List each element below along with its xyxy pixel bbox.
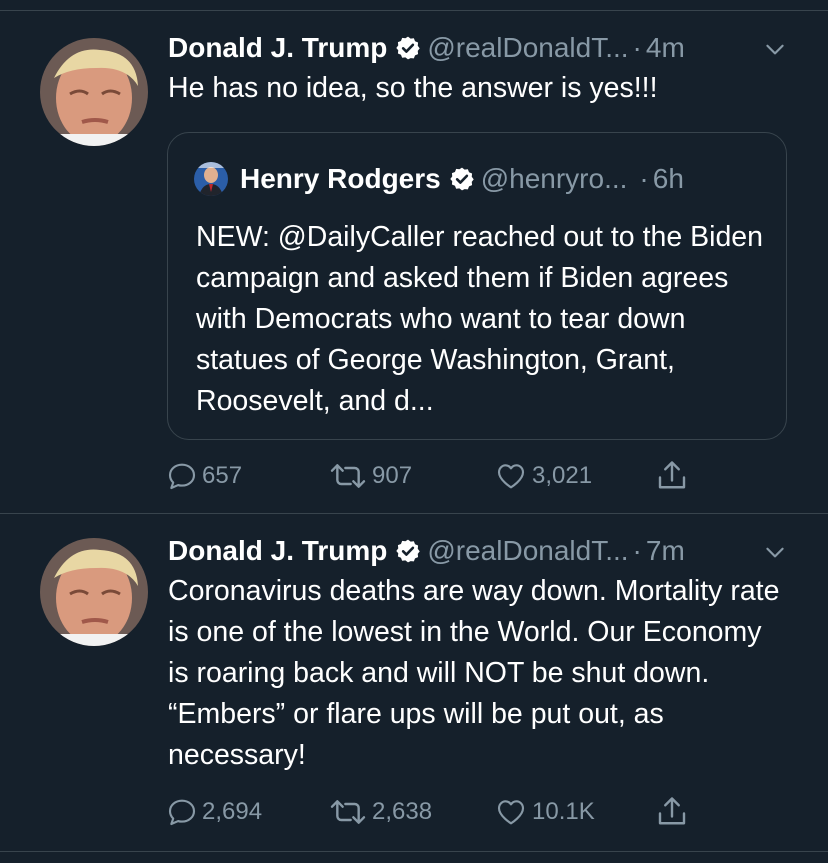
like-count: 10.1K [532,798,595,825]
retweet-icon [330,800,366,824]
chevron-down-icon[interactable] [762,36,788,62]
quote-author-name: Henry Rodgers [240,163,441,194]
quote-timestamp: 6h [652,163,684,194]
retweet-count: 907 [372,462,413,489]
retweet-button[interactable]: 907 [328,456,412,496]
timestamp[interactable]: 4m [646,32,685,64]
author-handle[interactable]: @realDonaldT... [427,32,628,64]
author-handle[interactable]: @realDonaldT... [427,535,628,567]
tweet-header: Donald J. Trump @realDonaldT... · 7m [168,533,788,569]
chevron-down-icon[interactable] [762,539,788,565]
quote-text: NEW: @DailyCaller reached out to the Bid… [196,221,764,417]
quoted-tweet[interactable]: Henry Rodgers @henryro... · 6h NEW: @Dai… [167,132,787,440]
tweet-actions: 2,694 2,638 10.1K [166,792,726,832]
reply-icon [168,799,196,826]
like-icon [497,800,525,825]
avatar[interactable] [40,38,148,146]
verified-badge-icon [396,539,421,563]
share-icon [658,461,686,489]
separator: · [632,535,642,566]
verified-badge-icon [450,167,474,191]
quote-header: Henry Rodgers @henryro... · 6h [194,161,684,197]
tweet-actions: 657 907 3,021 [166,456,726,496]
like-button[interactable]: 3,021 [494,456,592,496]
reply-count: 2,694 [202,798,263,825]
tweet-content: Donald J. Trump @realDonaldT... · 4m He … [168,30,788,109]
tweet-text: He has no idea, so the answer is yes!!! [168,72,658,104]
separator: · [632,32,642,63]
tweet[interactable]: Donald J. Trump @realDonaldT... · 4m He … [0,0,828,512]
reply-button[interactable]: 2,694 [166,792,262,832]
like-count: 3,021 [532,462,593,489]
reply-icon [168,463,196,490]
timeline: Donald J. Trump @realDonaldT... · 4m He … [0,0,828,863]
tweet-header: Donald J. Trump @realDonaldT... · 4m [168,30,788,66]
like-icon [497,464,525,489]
retweet-button[interactable]: 2,638 [328,792,432,832]
reply-button[interactable]: 657 [166,456,242,496]
avatar[interactable] [40,538,148,646]
retweet-icon [330,464,366,488]
share-button[interactable] [654,792,694,832]
quote-author-handle: @henryro... [480,163,628,194]
tweet-content: Donald J. Trump @realDonaldT... · 7m Cor… [168,533,788,776]
timestamp[interactable]: 7m [646,535,685,567]
share-button[interactable] [654,456,694,496]
author-name[interactable]: Donald J. Trump [168,32,387,64]
tweet-text: Coronavirus deaths are way down. Mortali… [168,575,780,771]
tweet[interactable]: Donald J. Trump @realDonaldT... · 7m Cor… [0,514,828,850]
share-icon [658,797,686,825]
like-button[interactable]: 10.1K [494,792,595,832]
retweet-count: 2,638 [372,798,433,825]
quote-avatar [194,162,228,196]
author-name[interactable]: Donald J. Trump [168,535,387,567]
verified-badge-icon [396,36,421,60]
separator: · [639,163,649,194]
reply-count: 657 [202,462,243,489]
divider [0,851,828,852]
